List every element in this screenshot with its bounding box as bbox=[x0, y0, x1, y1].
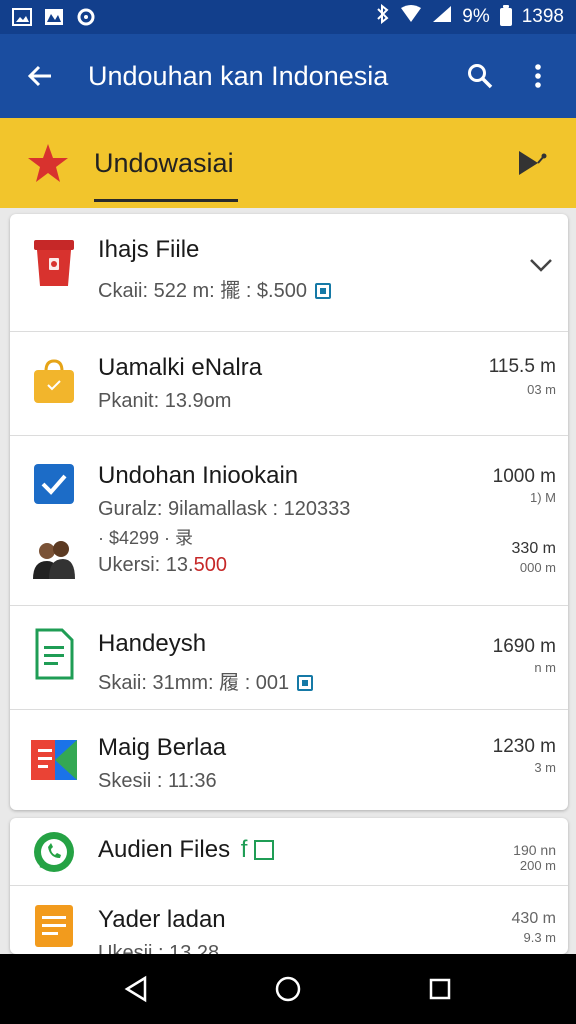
circle-home-icon bbox=[275, 976, 301, 1002]
file-size: 1000 m bbox=[492, 466, 556, 487]
file-meta: Pkanit: 13.9om bbox=[98, 390, 232, 412]
file-size-sub: 1) M bbox=[530, 490, 556, 505]
image-icon bbox=[12, 7, 32, 27]
file-size: 115.5 m bbox=[488, 356, 556, 377]
file-meta: Ukesii : 13.28 bbox=[98, 942, 220, 954]
star-icon bbox=[18, 133, 78, 193]
list-item[interactable]: Maig Berlaa Skesii : 11:36 1230 m 3 m bbox=[10, 710, 568, 810]
file-size-sub: n m bbox=[534, 660, 556, 675]
wifi-icon bbox=[400, 5, 422, 29]
photos-icon bbox=[44, 7, 64, 27]
file-title: Ihajs Fiile bbox=[98, 236, 200, 263]
green-doc-icon bbox=[30, 628, 78, 680]
file-list-card: Ihajs Fiile Ckaii: 522 m: 擺 : $.500 Uama… bbox=[10, 214, 568, 810]
section-title-text: Audien Files bbox=[98, 836, 231, 863]
battery-percent: 9% bbox=[462, 6, 490, 27]
bluetooth-icon bbox=[376, 3, 390, 30]
section-title-tag: f bbox=[240, 836, 248, 863]
battery-icon bbox=[499, 5, 512, 26]
app-title: Undouhan kan Indonesia bbox=[88, 60, 389, 91]
arrow-left-icon bbox=[27, 65, 51, 87]
file-meta: Ckaii: 522 m: 擺 : $.500 bbox=[98, 274, 331, 303]
file-meta-secondary: · $4299 · 录 bbox=[98, 528, 194, 548]
status-time: 1398 bbox=[521, 6, 564, 27]
chevron-down-icon[interactable] bbox=[528, 256, 554, 279]
file-meta-text: Skaii: 31mm: 履 : 001 bbox=[98, 672, 290, 694]
file-title: Undohan Iniookain bbox=[98, 462, 299, 489]
file-title: Handeysh bbox=[98, 630, 207, 657]
slides-icon bbox=[30, 736, 78, 784]
list-item[interactable]: Uamalki eNalra Pkanit: 13.9om 115.5 m 03… bbox=[10, 332, 568, 436]
list-item[interactable]: Audien Files f 190 nn 200 m bbox=[10, 818, 568, 886]
file-title: Yader ladan bbox=[98, 906, 226, 933]
play-share-icon bbox=[519, 151, 547, 175]
status-bar: 9% 1398 bbox=[0, 0, 576, 34]
file-title: Maig Berlaa bbox=[98, 734, 227, 761]
nav-home-button[interactable] bbox=[258, 959, 318, 1019]
file-size-sub: 200 m bbox=[519, 858, 556, 873]
file-size-secondary: 330 m bbox=[511, 540, 556, 557]
file-meta: Skaii: 31mm: 履 : 001 bbox=[98, 666, 314, 695]
yellow-bag-icon bbox=[30, 358, 78, 406]
file-size: 1230 m bbox=[492, 736, 556, 757]
file-size-sub: 3 m bbox=[534, 760, 556, 775]
file-meta-tertiary: Ukersi: 13.500 bbox=[98, 554, 227, 577]
file-meta: Skesii : 11:36 bbox=[98, 770, 217, 792]
list-item[interactable]: Ihajs Fiile Ckaii: 522 m: 擺 : $.500 bbox=[10, 214, 568, 332]
triangle-back-icon bbox=[124, 975, 147, 1003]
file-size: 1690 m bbox=[492, 636, 556, 657]
file-size-sub: 9.3 m bbox=[523, 930, 556, 945]
nav-back-button[interactable] bbox=[106, 959, 166, 1019]
tag-icon bbox=[314, 283, 331, 299]
blue-check-icon bbox=[30, 460, 78, 508]
grid-icon bbox=[254, 840, 275, 860]
signal-icon bbox=[432, 5, 452, 29]
file-title: Uamalki eNalra bbox=[98, 354, 263, 381]
section-title: Audien Files f bbox=[98, 836, 275, 864]
system-nav-bar bbox=[0, 954, 576, 1024]
file-size: 430 m bbox=[511, 910, 556, 927]
app-bar: Undouhan kan Indonesia bbox=[0, 34, 576, 118]
file-size-sub: 03 m bbox=[527, 382, 556, 397]
audio-files-card: Audien Files f 190 nn 200 m Yader ladan … bbox=[10, 818, 568, 954]
avatar bbox=[30, 534, 78, 582]
file-meta: Guralz: 9ilamallask : 120333 bbox=[98, 498, 351, 520]
tab-indicator bbox=[94, 199, 238, 202]
tag-icon bbox=[297, 675, 314, 691]
play-share-button[interactable] bbox=[508, 138, 558, 188]
file-meta-value: 500 bbox=[193, 554, 227, 576]
file-size: 190 nn bbox=[513, 842, 556, 858]
more-vert-icon bbox=[535, 64, 541, 88]
search-icon bbox=[468, 64, 493, 89]
list-item[interactable]: Undohan Iniookain Guralz: 9ilamallask : … bbox=[10, 436, 568, 606]
file-meta-text: Ckaii: 522 m: 擺 : $.500 bbox=[98, 280, 307, 302]
tab-bar: Undowasiai bbox=[0, 118, 576, 208]
red-box-icon bbox=[30, 240, 78, 288]
more-options-button[interactable] bbox=[516, 54, 560, 98]
sync-icon bbox=[76, 7, 96, 27]
list-item[interactable]: Handeysh Skaii: 31mm: 履 : 001 1690 m n m bbox=[10, 606, 568, 710]
tab-downloads[interactable]: Undowasiai bbox=[94, 118, 238, 208]
list-item[interactable]: Yader ladan Ukesii : 13.28 430 m 9.3 m bbox=[10, 886, 568, 954]
file-meta-label: Ukersi: 13. bbox=[98, 554, 194, 576]
back-button[interactable] bbox=[16, 52, 64, 100]
nav-recents-button[interactable] bbox=[410, 959, 470, 1019]
square-recents-icon bbox=[429, 978, 451, 1000]
file-size-secondary-sub: 000 m bbox=[519, 560, 556, 575]
orange-doc-icon bbox=[30, 902, 78, 950]
whatsapp-icon bbox=[30, 828, 78, 876]
search-button[interactable] bbox=[458, 54, 502, 98]
tab-label-text: Undowasiai bbox=[94, 147, 234, 178]
